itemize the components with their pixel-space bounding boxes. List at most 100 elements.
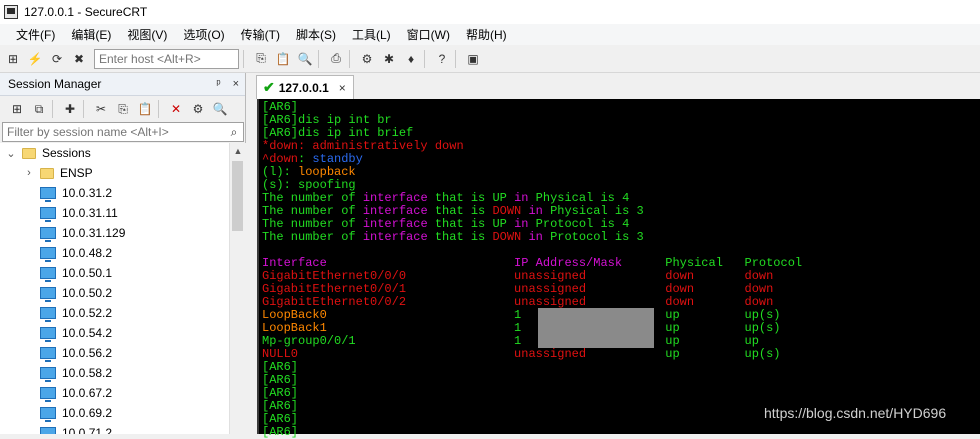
session-item[interactable]: 10.0.67.2 (0, 383, 229, 403)
menu-view[interactable]: 视图(V) (121, 26, 173, 43)
session-item[interactable]: 10.0.71.2 (0, 423, 229, 434)
terminal-segment: ^down (262, 152, 299, 166)
copy-session-icon[interactable]: ⎘ (114, 100, 132, 118)
session-label: 10.0.52.2 (62, 306, 113, 320)
terminal-segment: : (298, 152, 313, 166)
scroll-up-icon[interactable]: ▲ (230, 143, 246, 160)
copy-icon[interactable]: ⎘ (252, 50, 270, 68)
global-options-icon[interactable]: ✱ (380, 50, 398, 68)
session-item[interactable]: 10.0.31.11 (0, 203, 229, 223)
session-options-icon[interactable]: ⚙ (358, 50, 376, 68)
separator (455, 49, 456, 68)
paste-icon[interactable]: 📋 (274, 50, 292, 68)
monitor-icon (40, 247, 56, 262)
monitor-icon (40, 347, 56, 362)
host-input[interactable] (94, 48, 239, 69)
terminal-segment: [AR6]dis ip int br (262, 113, 392, 127)
terminal-segment: The number of (262, 191, 363, 205)
terminal-segment: [AR6]dis ip int brief (262, 126, 414, 140)
session-manager-panel: Session Manager ᵖ × ⊞ ⧉ ✚ ✂ ⎘ 📋 ✕ ⚙ 🔍 ⌕ … (0, 73, 246, 434)
terminal-segment: IP Address/Mask (514, 256, 666, 270)
find-icon[interactable]: 🔍 (296, 50, 314, 68)
terminal-segment: [AR6] (262, 100, 299, 114)
new-session-icon[interactable]: ✚ (61, 100, 79, 118)
keymap-icon[interactable]: ♦ (402, 50, 420, 68)
separator (349, 49, 350, 68)
connect-in-tab-icon[interactable]: ⧉ (30, 100, 48, 118)
screen-icon[interactable]: ▣ (464, 50, 482, 68)
close-panel-icon[interactable]: × (233, 78, 239, 90)
terminal-segment: up (665, 308, 745, 322)
session-item[interactable]: 10.0.52.2 (0, 303, 229, 323)
session-item[interactable]: 10.0.69.2 (0, 403, 229, 423)
terminal-segment: [AR6] (262, 425, 299, 439)
terminal-segment: The number of (262, 217, 363, 231)
properties-icon[interactable]: ⚙ (189, 100, 207, 118)
terminal-segment: down (744, 269, 774, 283)
terminal-segment: up(s) (744, 347, 781, 361)
folder-icon (22, 147, 36, 159)
session-item[interactable]: 10.0.31.129 (0, 223, 229, 243)
find-session-icon[interactable]: 🔍 (211, 100, 229, 118)
terminal-segment: unassigned (514, 269, 666, 283)
cut-icon[interactable]: ✂ (92, 100, 110, 118)
session-item[interactable]: 10.0.31.2 (0, 183, 229, 203)
session-filter[interactable]: ⌕ (2, 122, 244, 142)
pin-icon[interactable]: ᵖ (216, 78, 220, 90)
terminal[interactable]: [AR6] [AR6]dis ip int br [AR6]dis ip int b… (257, 99, 980, 439)
separator (158, 100, 159, 118)
terminal-segment: that is (427, 230, 493, 244)
terminal-segment: up (665, 321, 745, 335)
menu-help[interactable]: 帮助(H) (460, 26, 513, 43)
session-tree: ⌄ Sessions › ENSP 10.0.31.2 10.0.31.11 10.… (0, 143, 229, 434)
terminal-segment: up(s) (744, 321, 781, 335)
terminal-line: ^down: standby (262, 153, 980, 166)
menu-window[interactable]: 窗口(W) (401, 26, 456, 43)
terminal-segment: down (665, 282, 745, 296)
help-icon[interactable]: ? (433, 50, 451, 68)
terminal-segment: NULL0 (262, 347, 515, 361)
monitor-icon (40, 267, 56, 282)
paste-session-icon[interactable]: 📋 (136, 100, 154, 118)
terminal-segment: in (528, 204, 543, 218)
close-tab-icon[interactable]: × (339, 81, 346, 95)
menu-transfer[interactable]: 传输(T) (235, 26, 286, 43)
expand-icon[interactable]: ⌄ (4, 147, 18, 160)
terminal-segment: in (528, 230, 543, 244)
terminal-segment: up(s) (744, 308, 781, 322)
tree-folder-label: ENSP (60, 166, 93, 180)
connect-tab-icon[interactable]: ⟳ (48, 50, 66, 68)
disconnect-icon[interactable]: ✖ (70, 50, 88, 68)
connect-session-icon[interactable]: ⊞ (8, 100, 26, 118)
session-tree-scrollbar[interactable]: ▲ (229, 143, 246, 434)
terminal-segment: GigabitEthernet0/0/2 (262, 295, 515, 309)
session-label: 10.0.50.1 (62, 266, 113, 280)
session-item[interactable]: 10.0.58.2 (0, 363, 229, 383)
terminal-line: [AR6] (262, 426, 980, 439)
terminal-line: NULL0 unassigned up up(s) (262, 348, 980, 361)
session-item[interactable]: 10.0.50.2 (0, 283, 229, 303)
menu-edit[interactable]: 编辑(E) (65, 26, 117, 43)
menu-file[interactable]: 文件(F) (10, 26, 61, 43)
session-manager-header: Session Manager ᵖ × (0, 73, 245, 96)
tab-127-0-0-1[interactable]: ✔ 127.0.0.1 × (256, 75, 354, 99)
print-icon[interactable]: ⎙ (327, 50, 345, 68)
menu-script[interactable]: 脚本(S) (290, 26, 342, 43)
terminal-segment: Mp-group0/0/1 (262, 334, 515, 348)
scroll-thumb[interactable] (232, 161, 243, 231)
session-item[interactable]: 10.0.50.1 (0, 263, 229, 283)
session-item[interactable]: 10.0.56.2 (0, 343, 229, 363)
tree-folder-ensp[interactable]: › ENSP (0, 163, 229, 183)
quick-connect-icon[interactable]: ⚡ (26, 50, 44, 68)
tree-root-sessions[interactable]: ⌄ Sessions (0, 143, 229, 163)
session-filter-input[interactable] (3, 125, 225, 139)
connect-icon[interactable]: ⊞ (4, 50, 22, 68)
menu-options[interactable]: 选项(O) (177, 26, 230, 43)
terminal-segment: up (744, 334, 759, 348)
menu-tools[interactable]: 工具(L) (346, 26, 397, 43)
session-item[interactable]: 10.0.48.2 (0, 243, 229, 263)
collapsed-icon[interactable]: › (22, 167, 36, 179)
terminal-segment: (l): (262, 165, 299, 179)
delete-icon[interactable]: ✕ (167, 100, 185, 118)
session-item[interactable]: 10.0.54.2 (0, 323, 229, 343)
